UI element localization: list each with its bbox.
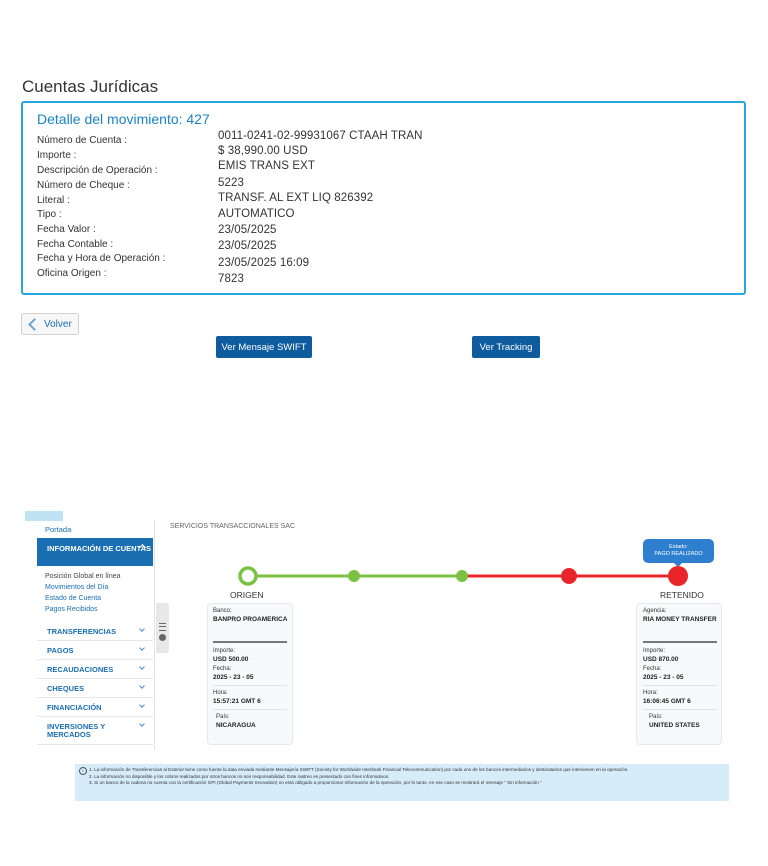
card-key: País: [649,714,663,720]
sidebar-item-pagos[interactable]: PAGOS [37,641,153,660]
card-key: Fecha: [643,666,662,672]
field-value: AUTOMATICO [218,208,295,220]
tracking-button[interactable]: Ver Tracking [472,336,540,358]
field-label: Fecha y Hora de Operación : [37,253,166,264]
field-label: Importe : [37,150,77,161]
chevron-down-icon [139,645,145,651]
swift-message-button[interactable]: Ver Mensaje SWIFT [216,336,312,358]
card-divider [213,641,287,643]
chevron-down-icon [139,683,145,689]
sidebar-subitem-movimientos[interactable]: Movimientos del Día [45,584,108,591]
destination-node [668,566,688,586]
field-value: 23/05/2025 16:09 [218,257,310,269]
field-value: 0011-0241-02-99931067 CTAAH TRAN [218,130,423,142]
sidebar-item-financiacion[interactable]: FINANCIACIÓN [37,698,153,717]
chevron-left-icon [28,317,41,331]
card-divider [643,685,717,686]
sidebar-subitem-estado-cuenta[interactable]: Estado de Cuenta [45,595,101,602]
card-value: 2025 - 23 - 05 [643,674,684,681]
card-divider [643,709,717,710]
field-value: 7823 [218,273,244,285]
field-label: Oficina Origen : [37,268,107,279]
card-divider [213,709,287,710]
page-title: Cuentas Jurídicas [22,77,159,96]
card-value: 16:06:45 GMT 6 [643,698,691,705]
field-label: Tipo : [37,209,62,220]
menu-label: FINANCIACIÓN [47,702,102,712]
card-key: Fecha: [213,666,232,672]
card-key: Hora: [213,690,228,696]
sidebar-item-transferencias[interactable]: TRANSFERENCIAS [37,622,153,641]
card-divider [213,685,287,686]
menu-label: CHEQUES [47,683,85,693]
chevron-down-icon [139,626,145,632]
card-key: Importe: [213,648,236,654]
sidebar-item-inversiones[interactable]: INVERSIONES Y MERCADOS [37,717,153,745]
sidebar-subitem-pagos-recibidos[interactable]: Pagos Recibidos [45,606,98,613]
tracking-header: SERVICIOS TRANSACCIONALES SAC [170,523,295,530]
sidebar-section-informacion-cuentas[interactable]: INFORMACIÓN DE CUENTAS [37,538,153,566]
destination-label: RETENIDO [660,590,704,600]
field-label: Literal : [37,195,70,206]
card-value: RIA MONEY TRANSFER [643,616,717,623]
sidebar-toggle-handle[interactable] [156,603,169,653]
menu-label: RECAUDACIONES [47,664,114,674]
menu-label: PAGOS [47,645,74,655]
card-key: País: [216,714,230,720]
disclaimer-note: i 1. La información de Transferencias al… [75,764,729,801]
collapse-icon [159,634,166,641]
back-button-label: Volver [44,318,72,330]
card-key: Agencia: [643,608,667,614]
origin-node [238,566,258,586]
card-value: USD 500.00 [213,656,249,663]
field-value: 23/05/2025 [218,240,277,252]
field-value: 5223 [218,177,244,189]
sidebar-item-recaudaciones[interactable]: RECAUDACIONES [37,660,153,679]
sidebar-item-cheques[interactable]: CHEQUES [37,679,153,698]
card-key: Importe: [643,648,666,654]
card-value: NICARAGUA [216,722,256,729]
card-divider [643,641,717,643]
chevron-down-icon [139,721,145,727]
tracking-timeline [238,566,688,586]
field-value: EMIS TRANS EXT [218,160,316,172]
menu-icon [159,623,166,631]
sidebar-subitem-posicion-global[interactable]: Posición Global en línea [45,573,121,580]
intermediary-node [561,568,577,584]
detail-title: Detalle del movimiento: 427 [37,111,210,127]
field-value: TRANSF. AL EXT LIQ 826392 [218,192,374,204]
menu-label: TRANSFERENCIAS [47,626,117,636]
card-value: BANPRO PROAMERICA [213,616,288,623]
status-badge: Estado: PAGO REALIZADO [643,539,714,567]
field-value: 23/05/2025 [218,224,277,236]
card-key: Hora: [643,690,658,696]
intermediary-node [456,570,468,582]
sidebar-item-portada[interactable]: Portada [45,525,71,534]
menu-label: INVERSIONES Y MERCADOS [47,721,106,739]
note-line: 1. La información de Transferencias al E… [89,767,629,772]
card-key: Banco: [213,608,232,614]
status-label: Estado: [669,544,688,550]
note-line: 3. Si un banco de la cadena no cuenta co… [89,780,542,785]
chevron-down-icon [139,702,145,708]
field-label: Fecha Valor : [37,224,96,235]
origin-label: ORIGEN [230,590,264,600]
field-label: Descripción de Operación : [37,165,158,176]
info-icon: i [79,767,87,775]
field-label: Número de Cheque : [37,180,130,191]
card-value: UNITED STATES [649,722,700,729]
sidebar-section-label: INFORMACIÓN DE CUENTAS [47,544,152,553]
card-value: USD 870.00 [643,656,679,663]
status-value: PAGO REALIZADO [654,551,703,557]
field-label: Número de Cuenta : [37,135,128,146]
intermediary-node [348,570,360,582]
card-value: 2025 - 23 - 05 [213,674,254,681]
back-button[interactable]: Volver [21,313,79,335]
field-label: Fecha Contable : [37,239,114,250]
field-value: $ 38,990.00 USD [218,145,308,157]
card-value: 15:57:21 GMT 6 [213,698,261,705]
chevron-down-icon [139,664,145,670]
